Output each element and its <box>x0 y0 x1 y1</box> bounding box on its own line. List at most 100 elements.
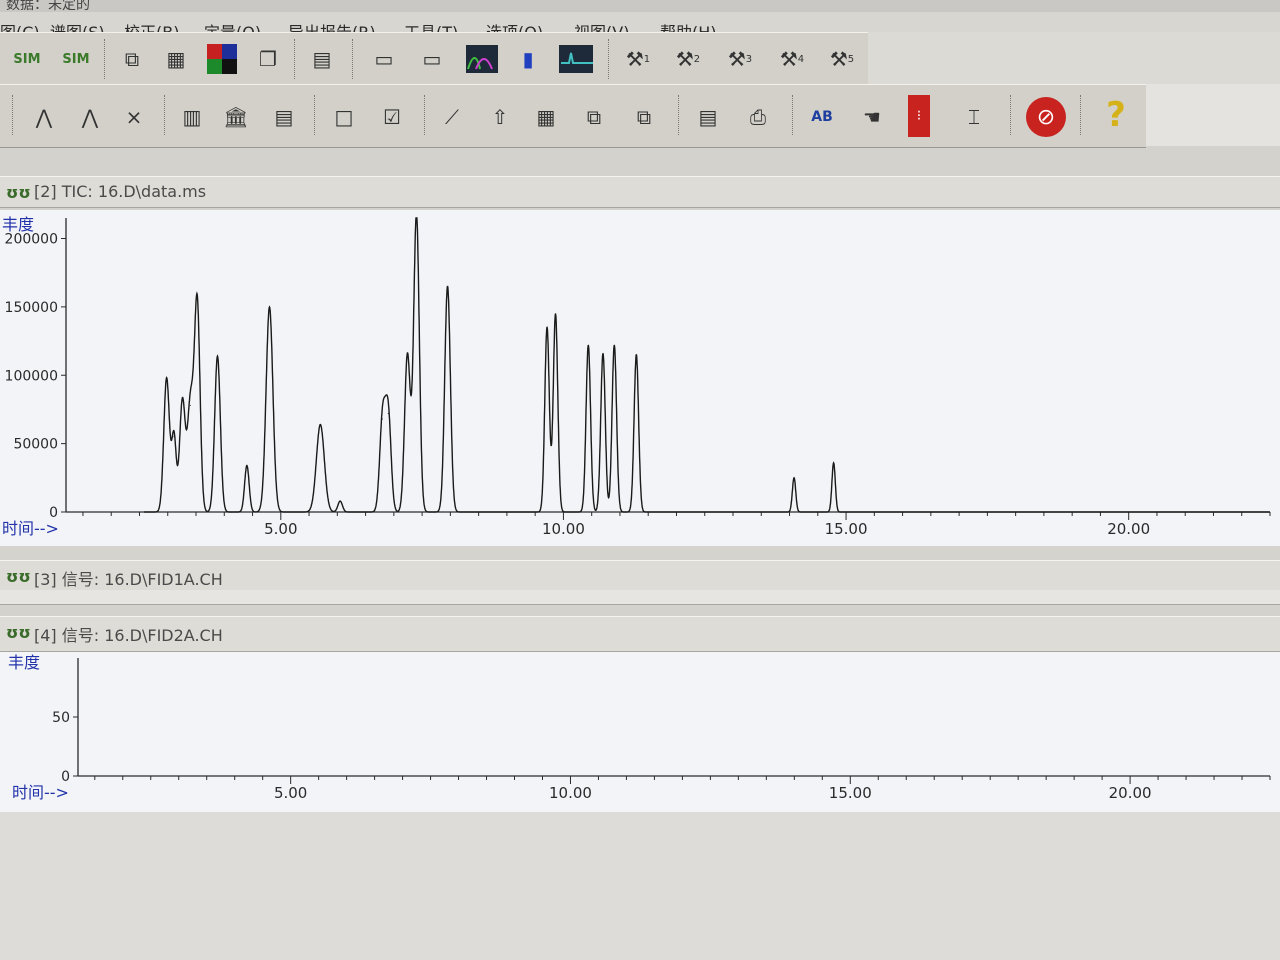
peak-apex-point <box>635 354 637 356</box>
panel-tic-title: [2] TIC: 16.D\data.ms <box>34 182 207 201</box>
panel-fid1a-header[interactable]: ʊʊ [3] 信号: 16.D\FID1A.CH <box>0 560 1280 592</box>
window-title: 数据：未定的 <box>6 0 90 12</box>
toolbar-empty-area <box>1146 84 1280 146</box>
library-document-icon[interactable]: ▤ <box>266 99 302 135</box>
xyz-list-icon[interactable]: ⁝ <box>908 95 930 137</box>
toolbar-separator <box>352 39 355 79</box>
x-tick-label: 5.00 <box>274 784 307 802</box>
x-tick-label: 20.00 <box>1109 784 1152 802</box>
x-axis-label: 时间--> <box>2 519 59 538</box>
y-tick-label: 150000 <box>5 300 58 316</box>
peak-apex-point <box>319 423 321 425</box>
peak-apex-point <box>587 344 589 346</box>
toolbar-separator <box>678 95 681 135</box>
integrate-alt-icon[interactable]: ⋀ <box>72 99 108 135</box>
panel-fid2a-title: [4] 信号: 16.D\FID2A.CH <box>34 626 223 645</box>
table-grid-icon[interactable]: ▦ <box>528 99 564 135</box>
peak-apex-point <box>339 500 341 502</box>
fid2a-chart-area[interactable]: 5.00 10.00 15.00 20.00 0 50 丰度 时间--> <box>0 652 1280 812</box>
toolbar-separator <box>294 39 297 79</box>
peak-apex-point <box>613 344 615 346</box>
peak-apex-point <box>216 355 218 357</box>
peak-apex-point <box>173 436 175 438</box>
peak-apex-point <box>406 354 408 356</box>
peak-apex-point <box>602 352 604 354</box>
toolbar-separator <box>314 95 317 135</box>
chart-upload-icon[interactable]: ⇧ <box>482 99 518 135</box>
copy-list-icon[interactable]: ⧉ <box>576 99 612 135</box>
toolbar-separator <box>1010 95 1013 135</box>
chromatogram-icon: ʊʊ <box>6 623 31 642</box>
bar-spectrum-icon[interactable]: ▥ <box>174 99 210 135</box>
peak-apex-point <box>196 299 198 301</box>
toolbar-empty-area <box>868 32 1280 84</box>
hammer-2-icon[interactable]: ⚒ 2 <box>670 41 706 77</box>
peak-apex-point <box>166 377 168 379</box>
x-axis-label: 时间--> <box>12 783 69 802</box>
document-icon[interactable]: ▤ <box>304 41 340 77</box>
x-tick-label: 10.00 <box>549 784 592 802</box>
x-tick-label: 5.00 <box>264 520 297 538</box>
peak-apex-point <box>833 462 835 464</box>
folder-docs-icon[interactable]: ⧉ <box>626 99 662 135</box>
chart-edit-icon[interactable]: ⟋ <box>434 99 470 135</box>
x-tick-label: 15.00 <box>825 520 868 538</box>
blank-page-icon[interactable]: □ <box>326 99 362 135</box>
report-edit-icon[interactable]: ▭ <box>414 41 450 77</box>
help-icon[interactable]: ? <box>1098 95 1134 135</box>
signal-monitor-graphic <box>559 45 593 73</box>
tic-chart-area[interactable]: 5.00 10.00 15.00 20.00 0 50000 100000 150000 200… <box>0 210 1280 546</box>
hammer-4-icon[interactable]: ⚒ 4 <box>774 41 810 77</box>
signal-monitor-icon[interactable] <box>558 41 594 77</box>
peak-apex-point <box>382 418 384 420</box>
y-axis-label: 丰度 <box>8 653 40 672</box>
library-icon[interactable]: 🏛 <box>218 99 254 135</box>
x-tick-label: 15.00 <box>829 784 872 802</box>
toolbar-bottom: ⋀ ⋀ ⨯ ▥ 🏛 ▤ □ ☑ ⟋ ⇧ ▦ ⧉ ⧉ ▤ ⎙ AB ☚ ⁝ ⌶ ⊘… <box>0 84 1146 148</box>
toolbar-separator <box>164 95 167 135</box>
tic-chart: 5.00 10.00 15.00 20.00050000100000150000200… <box>2 215 1271 538</box>
color-quadrant-graphic <box>207 44 237 74</box>
panel-fid2a-header[interactable]: ʊʊ [4] 信号: 16.D\FID2A.CH <box>0 616 1280 652</box>
y-tick-label: 100000 <box>5 368 58 384</box>
fid2a-chart: 5.00 10.00 15.00 20.00050丰度时间--> <box>8 653 1271 802</box>
hammer-5-icon[interactable]: ⚒ 5 <box>824 41 860 77</box>
sim-icon[interactable]: SIM <box>56 41 96 77</box>
grid-select-icon[interactable]: ▦ <box>158 41 194 77</box>
peak-curves-icon[interactable] <box>464 41 500 77</box>
peak-apex-point <box>546 326 548 328</box>
toolbar-separator <box>1080 95 1083 135</box>
panel-tic-header[interactable]: ʊʊ [2] TIC: 16.D\data.ms <box>0 176 1280 208</box>
panel-fid1a-body <box>0 590 1280 605</box>
checklist-icon[interactable]: ☑ <box>374 99 410 135</box>
ab-compare-icon[interactable]: AB <box>804 99 840 135</box>
report-table-icon[interactable]: ▤ <box>690 99 726 135</box>
peak-apex-point <box>555 313 557 315</box>
stop-icon[interactable]: ⊘ <box>1026 97 1066 137</box>
cursor-text-icon[interactable]: ⌶ <box>956 99 992 135</box>
hammer-3-icon[interactable]: ⚒ 3 <box>722 41 758 77</box>
copy-pages-icon[interactable]: ⧉ <box>114 41 150 77</box>
toolbar-separator <box>792 95 795 135</box>
toolbar-separator <box>608 39 611 79</box>
peak-apex-point <box>415 217 417 219</box>
peak-apex-point <box>387 413 389 415</box>
bar-peaks-icon[interactable]: ▮ <box>510 41 546 77</box>
toolbar-top: SIM SIM ⧉ ▦ ❐ ▤ ▭ ▭ ▮ ⚒ 1 ⚒ 2 ⚒ 3 ⚒ 4 ⚒ 5 <box>0 32 868 86</box>
x-tick-label: 20.00 <box>1107 520 1150 538</box>
window-title-strip: 数据：未定的 <box>0 0 1280 12</box>
peak-apex-point <box>246 465 248 467</box>
peak-apex-point <box>793 477 795 479</box>
xy-table-icon[interactable]: ⨯ <box>116 99 152 135</box>
sim-scan-icon[interactable]: SIM <box>4 41 50 77</box>
print-report-icon[interactable]: ⎙ <box>740 99 776 135</box>
integrate-icon[interactable]: ⋀ <box>26 99 62 135</box>
hand-transfer-icon[interactable]: ☚ <box>854 99 890 135</box>
report-card-icon[interactable]: ▭ <box>366 41 402 77</box>
peak-curves-graphic <box>466 45 498 73</box>
chromatogram-icon: ʊʊ <box>6 567 31 586</box>
color-quadrant-icon[interactable] <box>204 41 240 77</box>
y-axis-label: 丰度 <box>2 215 34 234</box>
window-stack-icon[interactable]: ❐ <box>250 41 286 77</box>
hammer-1-icon[interactable]: ⚒ 1 <box>620 41 656 77</box>
